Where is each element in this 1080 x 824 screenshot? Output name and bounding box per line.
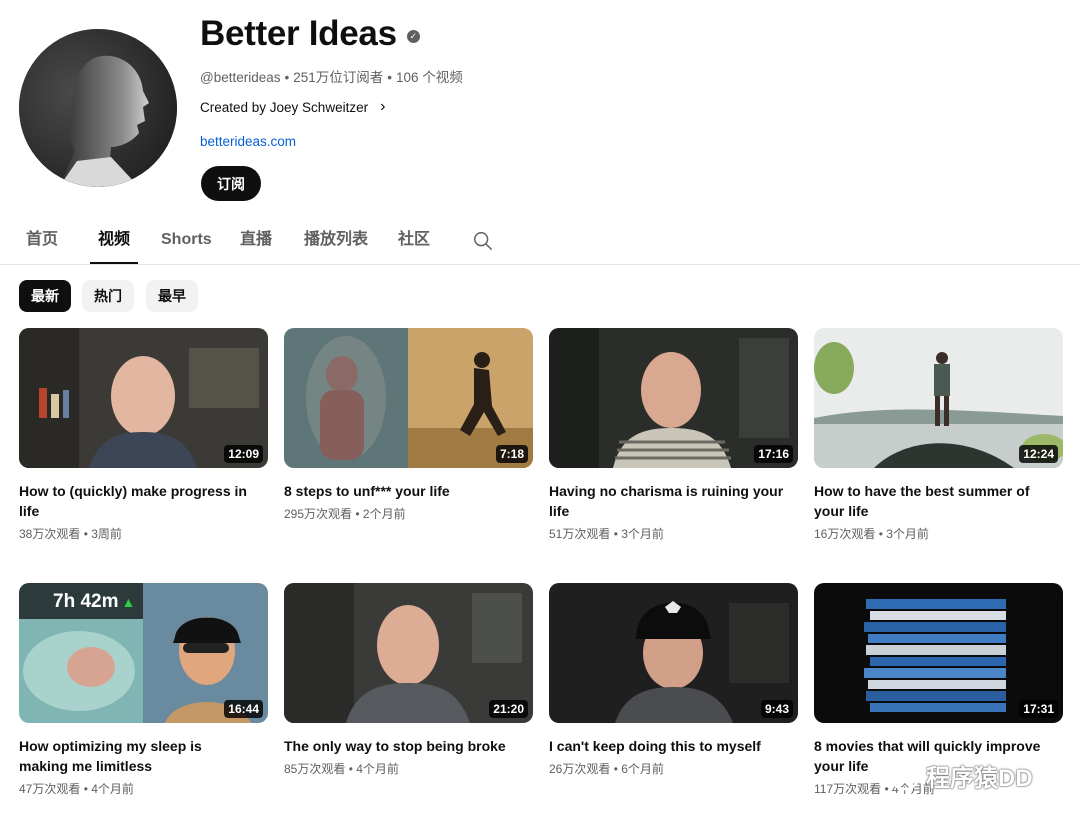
- video-meta: 26万次观看 • 6个月前: [549, 760, 798, 777]
- meta-separator: •: [613, 762, 618, 776]
- upload-age: 3周前: [91, 527, 122, 541]
- video-meta: 51万次观看 • 3个月前: [549, 525, 798, 542]
- meta-separator: •: [355, 507, 360, 521]
- video-thumbnail[interactable]: 21:20: [284, 583, 533, 723]
- video-duration: 12:24: [1019, 445, 1058, 463]
- video-count: 106 个视频: [396, 70, 463, 85]
- filter-chip-latest[interactable]: 最新: [19, 280, 71, 312]
- channel-tabs: 首页 视频 Shorts 直播 播放列表 社区: [0, 218, 1080, 265]
- tab-community[interactable]: 社区: [398, 218, 430, 262]
- tab-home[interactable]: 首页: [26, 218, 58, 262]
- video-card[interactable]: 9:43 I can't keep doing this to myself 2…: [549, 583, 798, 777]
- tab-shorts[interactable]: Shorts: [161, 218, 212, 262]
- video-meta: 16万次观看 • 3个月前: [814, 525, 1063, 542]
- watermark-text: 程序猿DD: [926, 765, 1033, 792]
- view-count: 47万次观看: [19, 782, 81, 796]
- sleep-duration-overlay: 7h 42m ▲: [53, 591, 135, 613]
- channel-meta: @betterideas • 251万位订阅者 • 106 个视频: [200, 66, 463, 86]
- meta-separator: •: [387, 70, 392, 85]
- video-card[interactable]: 12:24 How to have the best summer of you…: [814, 328, 1063, 542]
- tab-videos[interactable]: 视频: [90, 218, 138, 264]
- created-by-text: Created by Joey Schweitzer: [200, 99, 369, 115]
- video-thumbnail[interactable]: 7:18: [284, 328, 533, 468]
- upload-age: 6个月前: [621, 762, 664, 776]
- view-count: 295万次观看: [284, 507, 353, 521]
- subscriber-count: 251万位订阅者: [293, 70, 384, 85]
- arrow-up-icon: ▲: [121, 594, 136, 610]
- avatar-portrait-image: [19, 29, 177, 187]
- channel-website-link[interactable]: betterideas.com: [200, 134, 296, 149]
- video-title[interactable]: How to (quickly) make progress in life: [19, 481, 254, 521]
- video-title[interactable]: How to have the best summer of your life: [814, 481, 1049, 521]
- upload-age: 4个月前: [356, 762, 399, 776]
- filter-chip-popular[interactable]: 热门: [82, 280, 134, 312]
- video-thumbnail[interactable]: 12:24: [814, 328, 1063, 468]
- channel-avatar[interactable]: [19, 29, 177, 187]
- wechat-icon: [876, 760, 919, 790]
- video-title[interactable]: I can't keep doing this to myself: [549, 736, 784, 756]
- video-title[interactable]: Having no charisma is ruining your life: [549, 481, 784, 521]
- watermark: 程序猿DD: [876, 758, 1033, 793]
- video-card[interactable]: 17:16 Having no charisma is ruining your…: [549, 328, 798, 542]
- search-icon[interactable]: [472, 230, 494, 252]
- upload-age: 4个月前: [91, 782, 134, 796]
- meta-separator: •: [83, 527, 88, 541]
- upload-age: 3个月前: [621, 527, 664, 541]
- tab-playlists[interactable]: 播放列表: [304, 218, 368, 262]
- channel-name-text: Better Ideas: [200, 14, 397, 53]
- video-duration: 17:16: [754, 445, 793, 463]
- video-thumbnail[interactable]: 17:31: [814, 583, 1063, 723]
- meta-separator: •: [348, 762, 353, 776]
- view-count: 117万次观看: [814, 782, 882, 796]
- video-title[interactable]: How optimizing my sleep is making me lim…: [19, 736, 254, 776]
- sleep-duration-text: 7h 42m: [53, 591, 119, 612]
- tab-live[interactable]: 直播: [240, 218, 272, 262]
- channel-about-link[interactable]: Created by Joey Schweitzer ›: [200, 98, 385, 116]
- view-count: 26万次观看: [549, 762, 611, 776]
- video-duration: 16:44: [224, 700, 263, 718]
- video-title[interactable]: 8 steps to unf*** your life: [284, 481, 519, 501]
- video-thumbnail[interactable]: 12:09: [19, 328, 268, 468]
- video-duration: 9:43: [760, 700, 793, 718]
- video-card[interactable]: 21:20 The only way to stop being broke 8…: [284, 583, 533, 777]
- video-meta: 38万次观看 • 3周前: [19, 525, 268, 542]
- view-count: 85万次观看: [284, 762, 346, 776]
- meta-separator: •: [83, 782, 88, 796]
- video-card[interactable]: 12:09 How to (quickly) make progress in …: [19, 328, 268, 542]
- video-card[interactable]: 7h 42m ▲ 16:44 How optimizing my sleep is…: [19, 583, 268, 797]
- channel-name: Better Ideas ✓: [200, 14, 420, 54]
- view-count: 16万次观看: [814, 527, 876, 541]
- video-duration: 7:18: [495, 445, 528, 463]
- video-meta: 47万次观看 • 4个月前: [19, 780, 268, 797]
- video-duration: 12:09: [224, 445, 263, 463]
- video-title[interactable]: The only way to stop being broke: [284, 736, 519, 756]
- video-thumbnail[interactable]: 9:43: [549, 583, 798, 723]
- video-meta: 85万次观看 • 4个月前: [284, 760, 533, 777]
- video-thumbnail[interactable]: 17:16: [549, 328, 798, 468]
- upload-age: 2个月前: [362, 507, 406, 521]
- meta-separator: •: [613, 527, 618, 541]
- video-duration: 21:20: [489, 700, 528, 718]
- meta-separator: •: [878, 527, 883, 541]
- meta-separator: •: [284, 70, 290, 85]
- view-count: 51万次观看: [549, 527, 611, 541]
- filter-chip-oldest[interactable]: 最早: [146, 280, 198, 312]
- upload-age: 3个月前: [886, 527, 929, 541]
- video-card[interactable]: 7:18 8 steps to unf*** your life 295万次观看…: [284, 328, 533, 522]
- channel-handle: @betterideas: [200, 70, 281, 85]
- video-duration: 17:31: [1019, 700, 1058, 718]
- verified-check-icon: ✓: [406, 29, 420, 43]
- subscribe-button[interactable]: 订阅: [201, 166, 261, 201]
- video-thumbnail[interactable]: 7h 42m ▲ 16:44: [19, 583, 268, 723]
- view-count: 38万次观看: [19, 527, 81, 541]
- chevron-right-icon: ›: [380, 98, 386, 115]
- video-meta: 295万次观看 • 2个月前: [284, 505, 533, 522]
